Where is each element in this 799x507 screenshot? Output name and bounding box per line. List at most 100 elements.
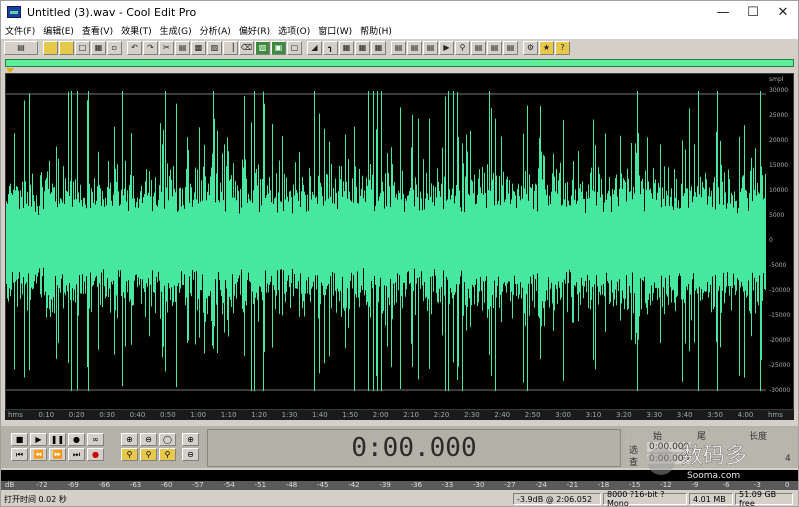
fast-forward-button[interactable]: ⏩ [49,448,66,461]
zoom-left-icon[interactable]: ⚲ [140,448,157,461]
spectral-button[interactable]: ▦ [371,40,386,55]
pause-button[interactable]: ❚❚ [49,433,66,446]
normalize-button[interactable]: ◢ [307,40,322,55]
new-file-button[interactable] [43,40,58,55]
copy-button[interactable]: ▤ [175,40,190,55]
time-tick-label: 0:40 [129,411,146,419]
undo-button[interactable]: ↶ [127,40,142,55]
time-tick-label: 2:20 [433,411,450,419]
save-all-button[interactable]: ▦ [91,40,106,55]
menu-options[interactable]: 选项(O) [274,24,314,37]
waveform-canvas[interactable]: smpl 30000 25000 20000 15000 10000 5000 0 -5000 -… [6,74,793,409]
level-tick-label: -33 [441,481,454,489]
redo-button[interactable]: ↷ [143,40,158,55]
minimize-button[interactable]: — [708,1,738,23]
zoom-selection-icon[interactable]: ⚲ [121,448,138,461]
help-button[interactable]: ? [555,40,570,55]
time-tick-label: 1:10 [220,411,237,419]
open-file-button[interactable] [59,40,74,55]
menu-favorites[interactable]: 偏好(R) [235,24,274,37]
level-tick-label: -63 [129,481,142,489]
zoom-in-icon[interactable]: ⊕ [121,433,138,446]
amplitude-tick-label: 20000 [769,137,788,144]
close-file-button[interactable]: ▫ [107,40,122,55]
record-button[interactable]: ● [87,448,104,461]
menu-analyze[interactable]: 分析(A) [196,24,235,37]
zoom-right-icon[interactable]: ⚲ [159,448,176,461]
time-tick-label: 2:50 [524,411,541,419]
menu-generate[interactable]: 生成(G) [156,24,196,37]
watermark-subtext: Sooma.com [687,471,740,481]
menu-file[interactable]: 文件(F) [1,24,39,37]
status-file-size: 4.01 MB [689,493,733,505]
view-mode-button[interactable]: ▤ [423,40,438,55]
zoom-out-vertical-icon[interactable]: ⊖ [182,448,199,461]
time-tick-label: hms [768,411,783,419]
time-tick-label: 0:30 [99,411,115,419]
time-ruler: hms 0:10 0:20 0:30 0:40 0:50 1:00 1:10 1:20 1:30 1… [5,410,794,420]
level-tick-label: -42 [348,481,360,489]
zoom-full-icon[interactable]: ◯ [159,433,176,446]
zoom-in-vertical-icon[interactable]: ⊕ [182,433,199,446]
menu-effects[interactable]: 效果(T) [117,24,156,37]
paste-mix-button[interactable]: ▨ [207,40,222,55]
menu-window[interactable]: 窗口(W) [314,24,356,37]
go-to-start-button[interactable]: ⏮ [11,448,28,461]
level-tick-label: -51 [254,481,267,489]
menu-help[interactable]: 帮助(H) [356,24,396,37]
time-tick-label: 2:00 [372,411,389,419]
stop-button[interactable]: ■ [11,433,28,446]
favorites-button[interactable]: ★ [539,40,554,55]
time-tick-label: 1:50 [342,411,359,419]
snap-button[interactable]: ▢ [287,40,302,55]
trim-button[interactable]: ▕ [223,40,238,55]
play-button[interactable]: ▶ [30,433,47,446]
spectral-view-button[interactable]: ▤ [407,40,422,55]
cut-button[interactable]: ✂ [159,40,174,55]
zoom-tool-button[interactable]: ⚲ [455,40,470,55]
menu-view[interactable]: 查看(V) [78,24,117,37]
title-bar: Untitled (3).wav - Cool Edit Pro — ☐ ✕ [1,1,798,23]
play-from-cursor-button[interactable]: ● [68,433,85,446]
rewind-button[interactable]: ⏪ [30,448,47,461]
time-tick-label: 2:30 [464,411,480,419]
close-button[interactable]: ✕ [768,1,798,23]
play-list-button[interactable]: ▤ [471,40,486,55]
info-button[interactable]: ▤ [503,40,518,55]
mode-switch-button[interactable]: ▤ [4,40,38,55]
status-message: 打开时间 0.02 秒 [4,494,67,504]
waveform-view-button[interactable]: ▤ [391,40,406,55]
status-level: -3.9dB @ 2:06.052 [513,493,601,505]
zoom-out-icon[interactable]: ⊖ [140,433,157,446]
paste-button[interactable]: ▩ [191,40,206,55]
effects-list-button[interactable]: ▦ [355,40,370,55]
track-list-button[interactable]: ▤ [487,40,502,55]
menu-edit[interactable]: 编辑(E) [39,24,78,37]
amplitude-tick-label: 0 [769,237,773,244]
overview-bar[interactable] [5,59,794,67]
level-tick-label: -45 [317,481,329,489]
time-tick-label: 3:00 [555,411,571,419]
time-tick-label: 0:50 [160,411,176,419]
select-all-button[interactable]: ▣ [271,40,286,55]
save-button[interactable]: □ [75,40,90,55]
menu-bar: 文件(F) 编辑(E) 查看(V) 效果(T) 生成(G) 分析(A) 偏好(R… [1,23,798,38]
delete-button[interactable]: ⌫ [239,40,254,55]
level-tick-label: dB [5,481,15,489]
fade-button[interactable]: ┓ [323,40,338,55]
go-to-end-button[interactable]: ⏭ [68,448,85,461]
time-tick-label: 3:20 [616,411,632,419]
amplitude-tick-label: -5000 [769,262,787,269]
mute-button[interactable]: ▦ [339,40,354,55]
waveform-display[interactable]: smpl 30000 25000 20000 15000 10000 5000 0 -5000 -… [5,73,794,410]
toolbar: ▤ □ ▦ ▫ ↶ ↷ ✂ ▤ ▩ ▨ ▕ ⌫ ▧ ▣ ▢ ◢ ┓ ▦ ▦ ▦ … [1,38,798,56]
level-tick-label: -54 [223,481,235,489]
loop-button[interactable]: ∞ [87,433,104,446]
status-bar: 打开时间 0.02 秒 -3.9dB @ 2:06.052 8000 ?16-b… [1,490,798,507]
time-tick-label: 0:10 [38,411,55,419]
status-format: 8000 ?16-bit ?Mono [603,490,687,507]
maximize-button[interactable]: ☐ [738,1,768,23]
settings-button[interactable]: ⚙ [523,40,538,55]
silence-button[interactable]: ▧ [255,40,270,55]
cue-list-button[interactable]: ▶ [439,40,454,55]
